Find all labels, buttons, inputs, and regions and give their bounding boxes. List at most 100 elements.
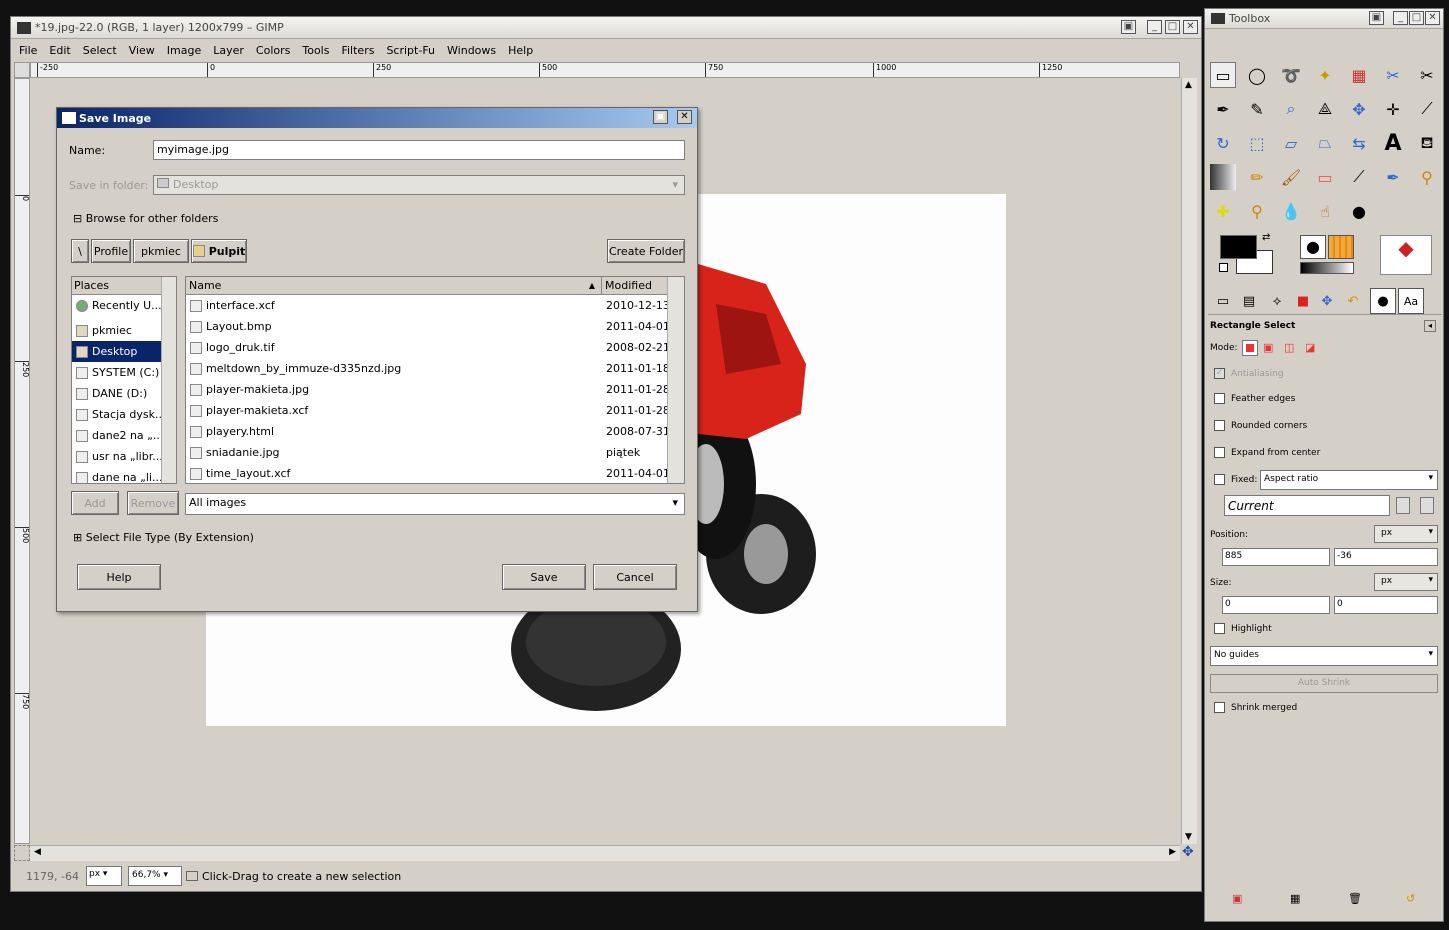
ellipse-select-tool-icon[interactable]: ◯ bbox=[1244, 62, 1270, 88]
brushes-tab-icon[interactable]: ● bbox=[1370, 288, 1396, 314]
menu-view[interactable]: View bbox=[129, 44, 155, 57]
menu-windows[interactable]: Windows bbox=[447, 44, 496, 57]
perspective-clone-tool-icon[interactable]: ⚲ bbox=[1244, 198, 1270, 224]
gradient-preview[interactable] bbox=[1300, 262, 1354, 274]
path-button-pkmiec[interactable]: pkmiec bbox=[133, 239, 189, 263]
position-y-input[interactable]: -36 bbox=[1334, 548, 1438, 566]
landscape-icon[interactable] bbox=[1420, 497, 1434, 514]
menu-edit[interactable]: Edit bbox=[49, 44, 70, 57]
file-row[interactable]: time_layout.xcf 2011-04-01 bbox=[186, 463, 684, 483]
clone-tool-icon[interactable]: ⚲ bbox=[1414, 164, 1440, 190]
cancel-button[interactable]: Cancel bbox=[593, 564, 677, 590]
shade-icon[interactable]: ▣ bbox=[653, 110, 668, 124]
maximize-button[interactable]: □ bbox=[1409, 11, 1424, 25]
minimize-button[interactable]: _ bbox=[1393, 11, 1408, 25]
size-unit-select[interactable]: px ▾ bbox=[1374, 573, 1438, 591]
window-titlebar[interactable]: *19.jpg-22.0 (RGB, 1 layer) 1200x799 – G… bbox=[11, 17, 1201, 39]
file-row[interactable]: Layout.bmp 2011-04-01 bbox=[186, 316, 684, 337]
remove-button[interactable]: Remove bbox=[127, 491, 179, 515]
quick-mask-icon[interactable] bbox=[14, 845, 30, 861]
menu-colors[interactable]: Colors bbox=[256, 44, 290, 57]
unit-select[interactable]: px ▾ bbox=[86, 866, 122, 886]
dialog-titlebar[interactable]: Save Image ▣ ✕ bbox=[57, 108, 697, 128]
fixed-select[interactable]: Aspect ratio ▾ bbox=[1260, 470, 1438, 490]
blend-tool-icon[interactable] bbox=[1210, 164, 1236, 190]
antialiasing-checkbox[interactable]: ✓ Antialiasing bbox=[1214, 368, 1284, 379]
path-button-pulpit[interactable]: Pulpit bbox=[191, 239, 247, 263]
maximize-button[interactable]: □ bbox=[1165, 20, 1180, 34]
scroll-down-icon[interactable]: ▼ bbox=[1185, 832, 1192, 842]
flip-tool-icon[interactable]: ⇆ bbox=[1346, 130, 1372, 156]
text-tool-icon[interactable]: A bbox=[1380, 130, 1406, 156]
reset-options-icon[interactable]: ↺ bbox=[1406, 892, 1415, 905]
file-row[interactable]: meltdown_by_immuze-d335nzd.jpg 2011-01-18 bbox=[186, 358, 684, 379]
menu-help[interactable]: Help bbox=[508, 44, 533, 57]
minimize-button[interactable]: _ bbox=[1147, 20, 1162, 34]
swap-colors-icon[interactable]: ⇄ bbox=[1262, 232, 1270, 243]
horizontal-scrollbar[interactable]: ◀ ▶ bbox=[30, 845, 1180, 861]
undo-history-tab-icon[interactable]: ↶ bbox=[1340, 288, 1366, 314]
scroll-right-icon[interactable]: ▶ bbox=[1169, 847, 1176, 857]
paths-tool-icon[interactable]: ✒ bbox=[1210, 96, 1236, 122]
heal-tool-icon[interactable]: ✚ bbox=[1210, 198, 1236, 224]
file-type-expander[interactable]: ⊞ Select File Type (By Extension) bbox=[73, 531, 254, 544]
size-w-input[interactable]: 0 bbox=[1222, 596, 1330, 614]
foreground-select-tool-icon[interactable]: ✂ bbox=[1414, 62, 1440, 88]
file-row[interactable]: sniadanie.jpg piątek bbox=[186, 442, 684, 463]
shear-tool-icon[interactable]: ▱ bbox=[1278, 130, 1304, 156]
shade-icon[interactable]: ▣ bbox=[1369, 11, 1384, 25]
rotate-tool-icon[interactable]: ↻ bbox=[1210, 130, 1236, 156]
horizontal-ruler[interactable]: -250 0 250 500 750 1000 1250 bbox=[30, 62, 1180, 78]
dodge-burn-tool-icon[interactable]: ● bbox=[1346, 198, 1372, 224]
ruler-corner[interactable] bbox=[14, 62, 30, 78]
fonts-tab-icon[interactable]: Aa bbox=[1398, 288, 1424, 314]
expand-center-checkbox[interactable]: Expand from center bbox=[1214, 447, 1320, 458]
blur-tool-icon[interactable]: 💧 bbox=[1278, 198, 1304, 224]
add-button[interactable]: Add bbox=[71, 491, 119, 515]
smudge-tool-icon[interactable]: ☝ bbox=[1312, 198, 1338, 224]
feather-edges-checkbox[interactable]: Feather edges bbox=[1214, 393, 1295, 404]
scroll-left-icon[interactable]: ◀ bbox=[34, 847, 41, 857]
mode-subtract-icon[interactable]: ◫ bbox=[1284, 341, 1298, 355]
vertical-ruler[interactable]: 0 250 500 750 bbox=[14, 78, 30, 844]
eraser-tool-icon[interactable]: ▭ bbox=[1312, 164, 1338, 190]
folder-select[interactable]: Desktop ▾ bbox=[153, 175, 685, 195]
column-modified[interactable]: Modified bbox=[602, 277, 668, 295]
menu-tools[interactable]: Tools bbox=[302, 44, 329, 57]
file-row[interactable]: playery.html 2008-07-31 bbox=[186, 421, 684, 442]
navigate-icon[interactable]: ✥ bbox=[1182, 845, 1198, 861]
mode-add-icon[interactable]: ▣ bbox=[1263, 341, 1277, 355]
help-button[interactable]: Help bbox=[77, 564, 161, 590]
position-x-input[interactable]: 885 bbox=[1222, 548, 1330, 566]
channels-tab-icon[interactable]: ■ bbox=[1290, 288, 1316, 314]
fuzzy-select-tool-icon[interactable]: ✦ bbox=[1312, 62, 1338, 88]
position-unit-select[interactable]: px ▾ bbox=[1374, 525, 1438, 543]
auto-shrink-button[interactable]: Auto Shrink bbox=[1210, 674, 1438, 693]
color-select-tool-icon[interactable]: ▦ bbox=[1346, 62, 1372, 88]
default-colors-icon[interactable] bbox=[1219, 263, 1228, 272]
paths-tab-icon[interactable]: ⟡ bbox=[1264, 288, 1290, 314]
shade-icon[interactable]: ▣ bbox=[1121, 20, 1136, 34]
ink-tool-icon[interactable]: ✒ bbox=[1380, 164, 1406, 190]
path-button-profile[interactable]: Profile bbox=[91, 239, 131, 263]
free-select-tool-icon[interactable]: ➰ bbox=[1278, 62, 1304, 88]
mode-replace-icon[interactable] bbox=[1242, 340, 1258, 356]
pencil-tool-icon[interactable]: ✏ bbox=[1244, 164, 1270, 190]
places-scrollbar[interactable] bbox=[161, 277, 176, 483]
fixed-checkbox[interactable]: Fixed: bbox=[1214, 474, 1257, 485]
dialog-close-button[interactable]: ✕ bbox=[677, 110, 692, 124]
size-h-input[interactable]: 0 bbox=[1334, 596, 1438, 614]
file-row[interactable]: player-makieta.xcf 2011-01-28 bbox=[186, 400, 684, 421]
menu-file[interactable]: File bbox=[19, 44, 37, 57]
brush-preview[interactable]: ● bbox=[1300, 235, 1326, 259]
file-row[interactable]: logo_druk.tif 2008-02-21 bbox=[186, 337, 684, 358]
column-name[interactable]: Name ▲ bbox=[186, 277, 602, 295]
paintbrush-tool-icon[interactable]: 🖌 bbox=[1278, 164, 1304, 190]
filename-input[interactable]: myimage.jpg bbox=[153, 140, 685, 160]
menu-script-fu[interactable]: Script-Fu bbox=[386, 44, 435, 57]
move-tool-icon[interactable]: ✥ bbox=[1346, 96, 1372, 122]
portrait-icon[interactable] bbox=[1396, 497, 1410, 514]
menu-image[interactable]: Image bbox=[167, 44, 201, 57]
delete-options-icon[interactable]: 🗑 bbox=[1348, 892, 1362, 905]
menu-layer[interactable]: Layer bbox=[213, 44, 244, 57]
